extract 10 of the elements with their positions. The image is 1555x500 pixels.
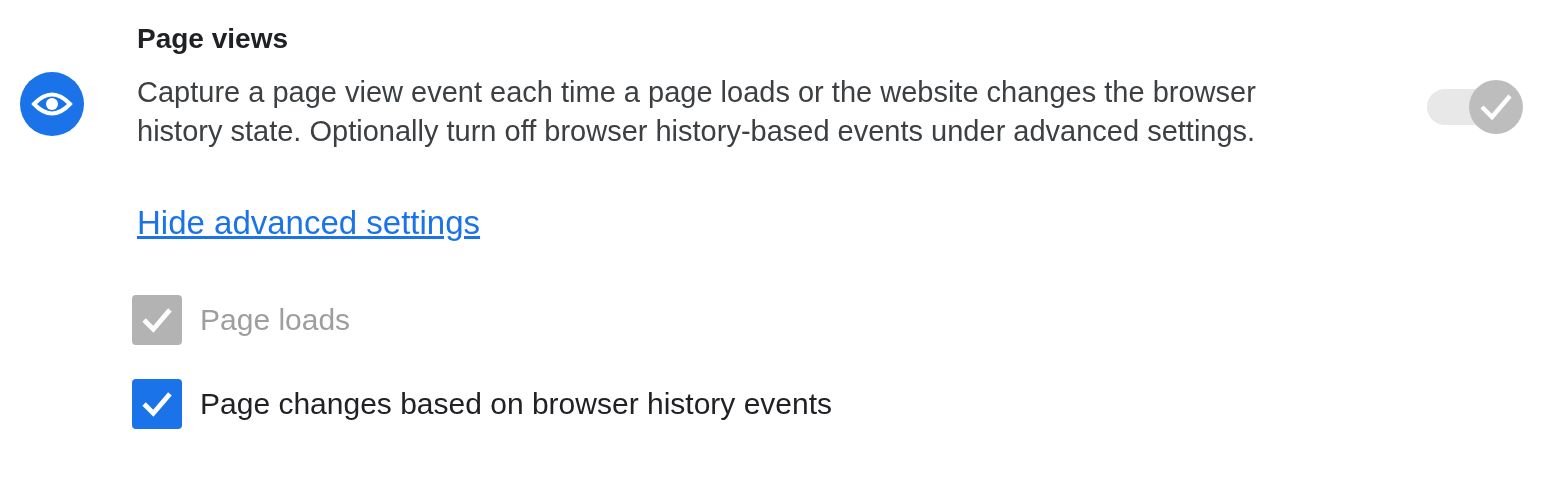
check-icon xyxy=(142,308,172,332)
checkbox[interactable] xyxy=(132,379,182,429)
checkbox-label: Page loads xyxy=(200,303,351,337)
check-icon xyxy=(142,392,172,416)
checkbox-label: Page changes based on browser history events xyxy=(200,387,833,421)
hide-advanced-settings-link[interactable]: Hide advanced settings xyxy=(137,203,481,243)
check-icon xyxy=(1482,96,1510,118)
eye-icon xyxy=(20,72,84,136)
section-description: Capture a page view event each time a page loads or the website changes the browser history state. Optionally turn off browser history-based events under advanced settings. xyxy=(137,75,1257,149)
section-title: Page views xyxy=(137,22,289,56)
